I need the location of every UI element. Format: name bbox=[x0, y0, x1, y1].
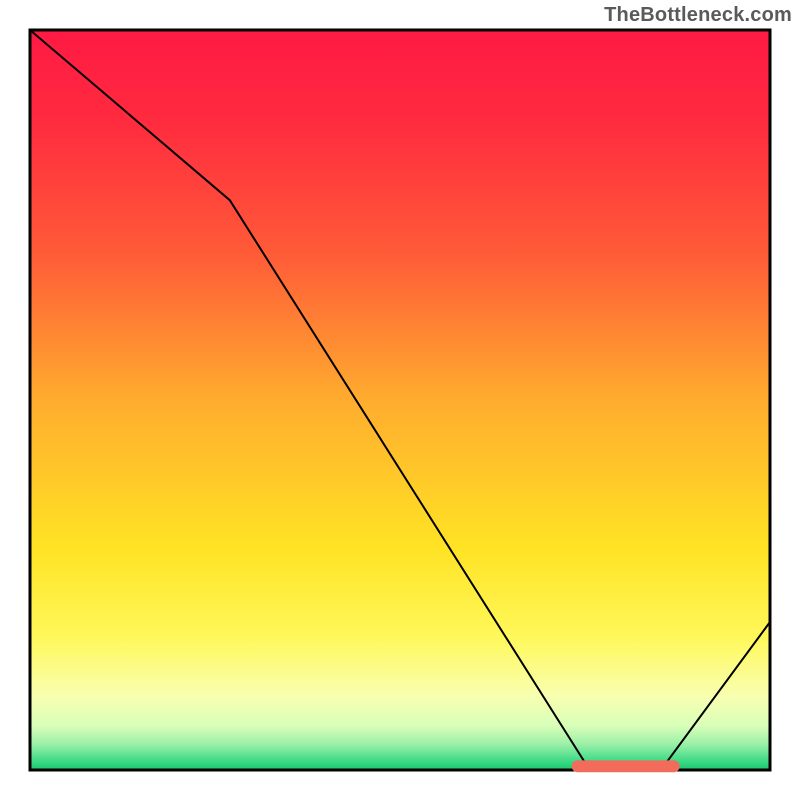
attribution-label: TheBottleneck.com bbox=[604, 4, 792, 27]
bottleneck-chart bbox=[0, 0, 800, 800]
plot-background bbox=[30, 30, 770, 770]
